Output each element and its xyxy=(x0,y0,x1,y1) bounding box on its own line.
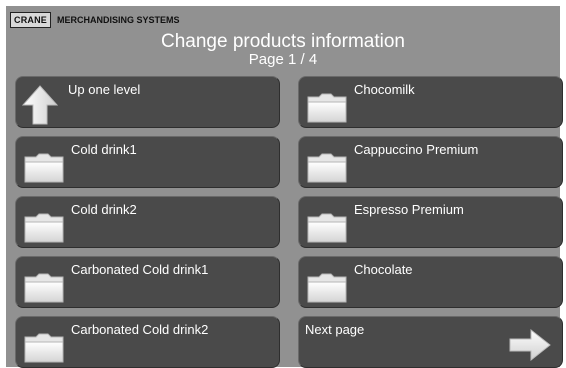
folder-label: Cold drink2 xyxy=(71,202,137,217)
folder-button-chocolate[interactable]: Chocolate xyxy=(298,256,563,308)
folder-icon xyxy=(307,153,347,183)
folder-icon xyxy=(24,153,64,183)
folder-label: Espresso Premium xyxy=(354,202,464,217)
crane-logo: CRANE xyxy=(10,12,52,28)
folder-label: Cappuccino Premium xyxy=(354,142,479,157)
page-indicator: Page 1 / 4 xyxy=(248,51,318,68)
up-one-level-button[interactable]: Up one level xyxy=(15,76,280,128)
folder-button-cold-drink1[interactable]: Cold drink1 xyxy=(15,136,280,188)
folder-button-chocomilk[interactable]: Chocomilk xyxy=(298,76,563,128)
screen: CRANE MERCHANDISING SYSTEMS Change produ… xyxy=(6,6,563,368)
folder-label: Carbonated Cold drink1 xyxy=(71,262,209,277)
folder-label: Cold drink1 xyxy=(71,142,137,157)
up-one-level-label: Up one level xyxy=(68,82,141,97)
folder-icon xyxy=(24,333,64,363)
folder-icon xyxy=(307,273,347,303)
arrow-right-icon xyxy=(509,329,551,361)
next-page-button[interactable]: Next page xyxy=(298,316,563,368)
folder-icon xyxy=(24,273,64,303)
folder-button-carbonated-cold-drink2[interactable]: Carbonated Cold drink2 xyxy=(15,316,280,368)
brand: CRANE MERCHANDISING SYSTEMS xyxy=(10,10,180,30)
folder-label: Chocomilk xyxy=(354,82,415,97)
page-title: Change products information xyxy=(161,31,405,52)
arrow-up-icon xyxy=(22,85,58,125)
folder-button-cold-drink2[interactable]: Cold drink2 xyxy=(15,196,280,248)
folder-label: Chocolate xyxy=(354,262,413,277)
folder-label: Carbonated Cold drink2 xyxy=(71,322,209,337)
folder-button-espresso-premium[interactable]: Espresso Premium xyxy=(298,196,563,248)
brand-name: MERCHANDISING SYSTEMS xyxy=(57,15,180,25)
folder-button-carbonated-cold-drink1[interactable]: Carbonated Cold drink1 xyxy=(15,256,280,308)
next-page-label: Next page xyxy=(305,322,365,337)
folder-icon xyxy=(307,213,347,243)
folder-button-cappuccino-premium[interactable]: Cappuccino Premium xyxy=(298,136,563,188)
folder-icon xyxy=(24,213,64,243)
folder-icon xyxy=(307,93,347,123)
